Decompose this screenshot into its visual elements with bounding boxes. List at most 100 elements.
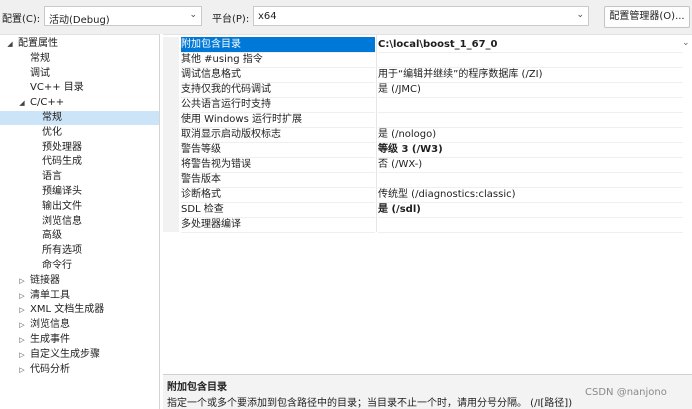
tree-item[interactable]: 常规 — [0, 52, 159, 66]
property-value[interactable] — [378, 97, 683, 113]
tree-item[interactable]: 常规 — [0, 111, 159, 125]
property-row[interactable]: 使用 Windows 运行时扩展 — [163, 112, 692, 128]
property-value[interactable] — [378, 112, 683, 128]
tree-item[interactable]: 输出文件 — [0, 200, 159, 214]
tree-item-label: C/C++ — [30, 97, 65, 109]
chevron-down-icon: ⌄ — [189, 10, 197, 20]
tree-item[interactable]: 语言 — [0, 170, 159, 184]
tree-item[interactable]: 代码生成 — [0, 155, 159, 169]
property-row[interactable]: 支持仅我的代码调试是 (/JMC) — [163, 82, 692, 98]
property-value[interactable] — [378, 172, 683, 188]
tree-item[interactable]: ▷ 代码分析 — [0, 363, 159, 377]
row-gutter — [163, 202, 179, 217]
property-row[interactable]: 其他 #using 指令 — [163, 52, 692, 68]
tree-item[interactable]: 高级 — [0, 229, 159, 243]
tree-item-label: 浏览信息 — [30, 319, 70, 331]
triangle-right-icon[interactable]: ▷ — [17, 333, 27, 347]
property-value[interactable]: 是 (/nologo) — [378, 127, 683, 143]
property-row[interactable]: 附加包含目录 C:\local\boost_1_67_0 — [163, 37, 692, 53]
tree-item-label: 代码分析 — [30, 363, 70, 375]
tree-item[interactable]: 所有选项 — [0, 244, 159, 258]
tree-item[interactable]: ▷ XML 文档生成器 — [0, 303, 159, 317]
platform-value: x64 — [258, 11, 277, 22]
row-gutter — [163, 67, 179, 82]
grid-column-divider[interactable] — [376, 34, 377, 232]
property-name: 调试信息格式 — [181, 67, 375, 83]
triangle-down-icon[interactable]: ◢ — [17, 96, 27, 110]
tree-item-label: XML 文档生成器 — [30, 304, 105, 316]
property-name: 附加包含目录 — [181, 37, 375, 53]
property-row[interactable]: 公共语言运行时支持 — [163, 97, 692, 113]
tree-item[interactable]: 浏览信息 — [0, 215, 159, 229]
row-gutter — [163, 127, 179, 142]
property-value[interactable]: 否 (/WX-) — [378, 157, 683, 173]
tree-item-label: 预编译头 — [42, 186, 82, 197]
property-name: 诊断格式 — [181, 187, 375, 203]
tree-item-label: 生成事件 — [30, 334, 70, 345]
tree-item-label: 清单工具 — [30, 289, 70, 301]
property-row[interactable]: 将警告视为错误否 (/WX-) — [163, 157, 692, 173]
triangle-right-icon[interactable]: ▷ — [17, 318, 27, 332]
property-row[interactable]: SDL 检查是 (/sdl) — [163, 202, 692, 218]
property-value[interactable]: 是 (/JMC) — [378, 82, 683, 98]
tree-item[interactable]: ◢ 配置属性 — [0, 37, 159, 51]
property-value[interactable]: 用于“编辑并继续”的程序数据库 (/ZI) — [378, 67, 683, 83]
tree-item-label: 代码生成 — [42, 156, 82, 168]
property-value[interactable] — [378, 217, 683, 233]
property-value[interactable]: C:\local\boost_1_67_0 — [378, 37, 683, 53]
tree-item-label: 所有选项 — [42, 245, 82, 257]
watermark: CSDN @nanjono — [585, 387, 667, 398]
platform-combobox[interactable]: x64 ⌄ — [253, 6, 589, 26]
tree-item-label: 常规 — [42, 112, 62, 123]
property-name: 警告等级 — [181, 142, 375, 158]
tree-item[interactable]: ▷ 浏览信息 — [0, 318, 159, 332]
config-combobox[interactable]: 活动(Debug) ⌄ — [44, 6, 202, 26]
triangle-right-icon[interactable]: ▷ — [17, 363, 27, 377]
tree-item-label: 常规 — [30, 52, 50, 64]
row-gutter — [163, 187, 179, 202]
row-gutter — [163, 112, 179, 127]
tree-item[interactable]: 调试 — [0, 67, 159, 81]
tree-item[interactable]: ▷ 链接器 — [0, 274, 159, 288]
row-gutter — [163, 157, 179, 172]
tree-item[interactable]: VC++ 目录 — [0, 81, 159, 95]
property-row[interactable]: 警告版本 — [163, 172, 692, 188]
property-value[interactable]: 传统型 (/diagnostics:classic) — [378, 187, 683, 203]
property-value[interactable]: 等级 3 (/W3) — [378, 142, 683, 158]
property-row[interactable]: 调试信息格式 用于“编辑并继续”的程序数据库 (/ZI) — [163, 67, 692, 83]
tree-item-label: 语言 — [42, 171, 62, 183]
tree-item-label: 配置属性 — [18, 38, 58, 49]
description-title: 附加包含目录 — [167, 382, 227, 393]
tree-item[interactable]: 优化 — [0, 126, 159, 140]
tree-item[interactable]: ▷ 自定义生成步骤 — [0, 348, 159, 362]
property-row[interactable]: 警告等级 等级 3 (/W3) — [163, 142, 692, 158]
triangle-right-icon[interactable]: ▷ — [17, 274, 27, 288]
tree-item-label: 浏览信息 — [42, 215, 82, 227]
property-name: SDL 检查 — [181, 202, 375, 218]
row-gutter — [163, 172, 179, 187]
property-value[interactable]: 是 (/sdl) — [378, 202, 683, 218]
tree-item[interactable]: 命令行 — [0, 259, 159, 273]
property-value[interactable] — [378, 52, 683, 68]
triangle-down-icon[interactable]: ◢ — [5, 37, 15, 51]
tree-item-label: 高级 — [42, 230, 62, 242]
triangle-right-icon[interactable]: ▷ — [17, 348, 27, 362]
chevron-down-icon[interactable]: ⌄ — [682, 38, 690, 48]
property-tree: ◢ 配置属性 常规 调试 VC++ 目录 ◢ C/C++ 常规 优化 预处理器 代码生成 语言 预编译头… — [0, 34, 160, 409]
tree-item-label: 自定义生成步骤 — [30, 348, 100, 360]
tree-item[interactable]: 预编译头 — [0, 185, 159, 199]
triangle-right-icon[interactable]: ▷ — [17, 303, 27, 317]
tree-item[interactable]: ▷ 清单工具 — [0, 289, 159, 303]
tree-item[interactable]: ▷ 生成事件 — [0, 333, 159, 347]
config-manager-button[interactable]: 配置管理器(O)... — [604, 6, 690, 28]
property-name: 使用 Windows 运行时扩展 — [181, 112, 375, 128]
description-text: 指定一个或多个要添加到包含路径中的目录；当目录不止一个时，请用分号分隔。 (/I… — [167, 398, 573, 409]
property-row[interactable]: 诊断格式 传统型 (/diagnostics:classic) — [163, 187, 692, 203]
row-gutter — [163, 37, 179, 52]
property-row[interactable]: 多处理器编译 — [163, 217, 692, 233]
property-row[interactable]: 取消显示启动版权标志是 (/nologo) — [163, 127, 692, 143]
property-name: 支持仅我的代码调试 — [181, 82, 375, 98]
tree-item[interactable]: ◢ C/C++ — [0, 96, 159, 110]
triangle-right-icon[interactable]: ▷ — [17, 289, 27, 303]
tree-item[interactable]: 预处理器 — [0, 141, 159, 155]
